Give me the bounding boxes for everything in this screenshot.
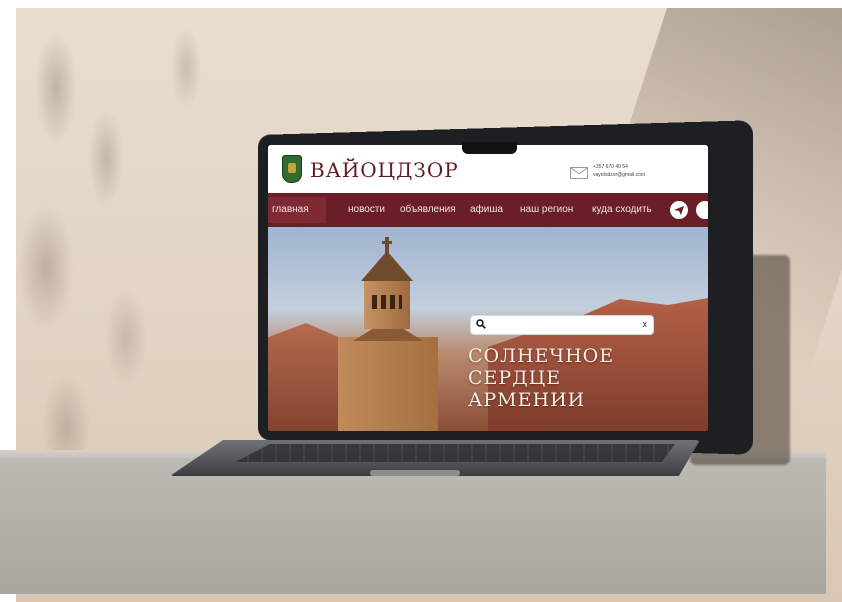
slogan-line-2: СЕРДЦЕ bbox=[468, 367, 562, 389]
hero-slogan: СОЛНЕЧНОЕ СЕРДЦЕ АРМЕНИИ bbox=[468, 345, 614, 411]
nav-item-events[interactable]: афиша bbox=[470, 204, 503, 215]
plant-shadow bbox=[16, 8, 236, 488]
site-logo-text[interactable]: ВАЙОЦДЗОР bbox=[310, 158, 459, 182]
search-input[interactable]: x bbox=[470, 315, 654, 335]
table-surface bbox=[0, 458, 826, 594]
camera-notch bbox=[462, 142, 517, 154]
church-cone bbox=[361, 251, 413, 281]
contact-email[interactable]: vayotsdzor@gmail.com bbox=[593, 171, 645, 179]
laptop-screen: ВАЙОЦДЗОР +357 670 40 54 vayotsdzor@gmai… bbox=[268, 145, 708, 431]
social-icon[interactable] bbox=[696, 201, 708, 219]
church-body bbox=[338, 337, 438, 431]
hero-banner: x СОЛНЕЧНОЕ СЕРДЦЕ АРМЕНИИ bbox=[268, 227, 708, 431]
search-clear-button[interactable]: x bbox=[643, 319, 648, 329]
header-contacts: +357 670 40 54 vayotsdzor@gmail.com bbox=[593, 163, 645, 179]
nav-item-where-to-go[interactable]: куда сходить bbox=[592, 204, 652, 215]
telegram-icon[interactable] bbox=[670, 201, 688, 219]
nav-item-news[interactable]: новости bbox=[348, 204, 385, 215]
laptop-trackpad bbox=[370, 470, 460, 476]
nav-item-main[interactable]: главная bbox=[272, 204, 309, 215]
mail-icon[interactable] bbox=[570, 167, 588, 179]
main-nav: главная новости объявления афиша наш рег… bbox=[268, 193, 708, 227]
search-icon[interactable] bbox=[476, 319, 486, 329]
nav-item-region[interactable]: наш регион bbox=[520, 204, 573, 215]
slogan-line-1: СОЛНЕЧНОЕ bbox=[468, 345, 615, 367]
laptop-keyboard bbox=[235, 444, 675, 462]
church-drum bbox=[364, 279, 410, 329]
slogan-line-3: АРМЕНИИ bbox=[468, 389, 586, 411]
contact-phone[interactable]: +357 670 40 54 bbox=[593, 163, 645, 171]
nav-item-announcements[interactable]: объявления bbox=[400, 204, 456, 215]
church-cross bbox=[382, 237, 392, 253]
emblem-icon[interactable] bbox=[282, 155, 302, 183]
